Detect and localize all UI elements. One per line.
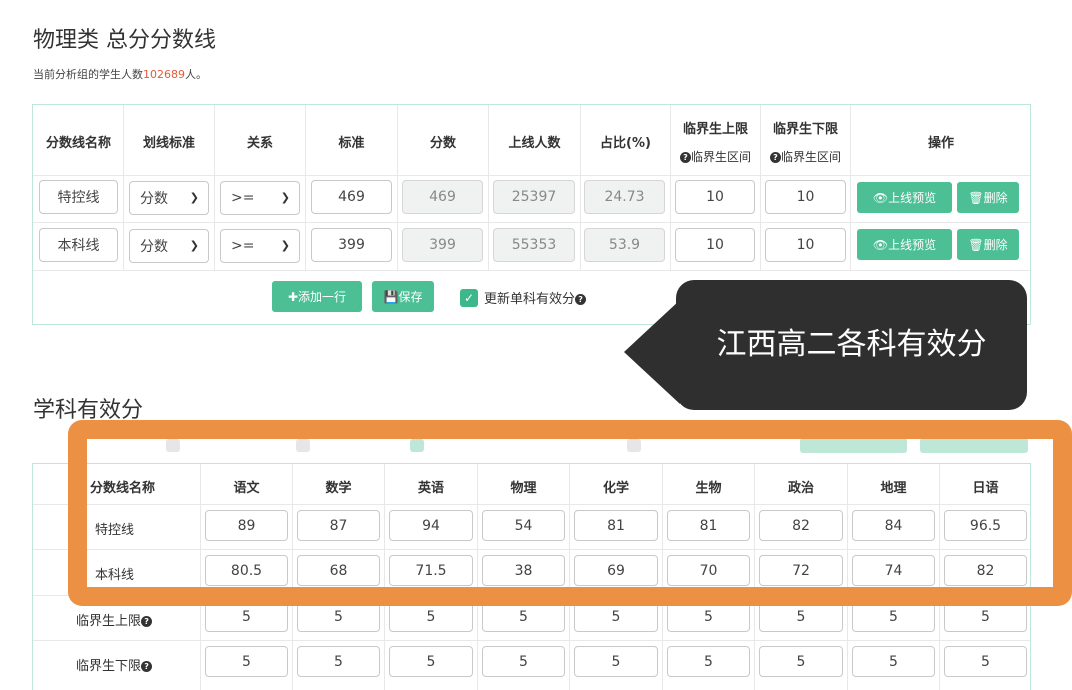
upper-input[interactable]: 10 <box>675 180 755 214</box>
add-row-label: 添加一行 <box>298 290 347 304</box>
eye-icon: 👁 <box>872 190 889 205</box>
standard-input[interactable]: 469 <box>311 180 392 214</box>
select-value: >= <box>231 238 255 254</box>
ratio-readonly: 53.9 <box>584 228 665 262</box>
divider <box>397 105 398 270</box>
divider <box>850 105 851 270</box>
line-name-input[interactable]: 本科线 <box>39 228 118 262</box>
divider <box>33 175 1030 176</box>
score-readonly: 399 <box>402 228 483 262</box>
count-readonly: 55353 <box>493 228 575 262</box>
lower-range-hint: ? 临界生区间 <box>761 148 850 165</box>
col-header-actions: 操作 <box>927 136 954 151</box>
col-header-ratio: 占比(%) <box>600 136 651 151</box>
help-icon[interactable]: ? <box>575 294 587 305</box>
count-readonly: 25397 <box>493 180 575 214</box>
help-icon[interactable]: ? <box>141 661 153 672</box>
col-header-count: 上线人数 <box>508 136 561 151</box>
lower-input[interactable]: 10 <box>765 228 846 262</box>
preview-button[interactable]: 👁 上线预览 <box>857 182 952 213</box>
row-label: 临界生下限? <box>76 655 153 674</box>
delete-label: 删除 <box>983 191 1008 205</box>
preview-label: 上线预览 <box>888 191 937 205</box>
subject-score-input[interactable]: 5 <box>759 646 843 677</box>
save-icon: 💾 <box>383 289 399 304</box>
preview-label: 上线预览 <box>888 238 937 252</box>
divider <box>580 105 581 270</box>
col-header-score: 分数 <box>429 136 456 151</box>
save-button[interactable]: 💾 保存 <box>372 281 434 312</box>
save-label: 保存 <box>398 290 423 304</box>
divider <box>214 105 215 270</box>
subject-score-input[interactable]: 5 <box>205 646 288 677</box>
lower-input[interactable]: 10 <box>765 180 846 214</box>
plus-icon: ✚ <box>287 289 299 304</box>
add-row-button[interactable]: ✚ 添加一行 <box>272 281 362 312</box>
delete-button[interactable]: 🗑 删除 <box>957 182 1019 213</box>
subject-score-input[interactable]: 5 <box>852 646 935 677</box>
ratio-readonly: 24.73 <box>584 180 665 214</box>
check-icon: ✓ <box>463 291 475 305</box>
student-count-line: 当前分析组的学生人数102689人。 <box>33 66 207 82</box>
chevron-down-icon: ❯ <box>189 239 199 252</box>
update-checkbox[interactable]: ✓ <box>460 289 478 307</box>
help-icon[interactable]: ? <box>769 152 781 163</box>
row-label-text: 临界生上限 <box>76 614 142 629</box>
delete-button[interactable]: 🗑 删除 <box>957 229 1019 260</box>
eye-icon: 👁 <box>872 237 889 252</box>
student-count: 102689 <box>143 68 185 81</box>
col-header-upper: 临界生上限 <box>682 122 748 137</box>
preview-button[interactable]: 👁 上线预览 <box>857 229 952 260</box>
divider <box>488 105 489 270</box>
row-label-text: 临界生下限 <box>76 659 142 674</box>
divider <box>123 105 124 270</box>
page-title: 物理类 总分分数线 <box>33 28 216 53</box>
col-header-standard-type: 划线标准 <box>142 136 195 151</box>
subject-score-input[interactable]: 5 <box>482 646 565 677</box>
select-value: 分数 <box>140 239 168 255</box>
delete-label: 删除 <box>983 238 1008 252</box>
trash-icon: 🗑 <box>968 190 984 205</box>
help-icon[interactable]: ? <box>141 616 153 627</box>
relation-select[interactable]: >= ❯ <box>220 229 300 263</box>
callout-arrow <box>624 300 680 404</box>
chevron-down-icon: ❯ <box>280 239 290 252</box>
trash-icon: 🗑 <box>968 237 984 252</box>
update-label-wrap: 更新单科有效分? <box>484 288 587 307</box>
standard-type-select[interactable]: 分数 ❯ <box>129 181 209 215</box>
divider <box>33 640 1030 641</box>
divider <box>305 105 306 270</box>
select-value: >= <box>231 190 255 206</box>
update-label: 更新单科有效分 <box>484 292 576 307</box>
divider <box>33 222 1030 223</box>
subject-score-input[interactable]: 5 <box>944 646 1027 677</box>
select-value: 分数 <box>140 191 168 207</box>
highlight-frame <box>68 420 1072 606</box>
chevron-down-icon: ❯ <box>189 191 199 204</box>
student-count-suffix: 人。 <box>185 68 207 81</box>
divider <box>33 270 1030 271</box>
col-header-standard: 标准 <box>338 136 365 151</box>
col-header-lower: 临界生下限 <box>772 122 838 137</box>
upper-range-label: 临界生区间 <box>690 150 751 164</box>
lower-range-label: 临界生区间 <box>780 150 841 164</box>
subject-score-input[interactable]: 5 <box>389 646 473 677</box>
score-readonly: 469 <box>402 180 483 214</box>
relation-select[interactable]: >= ❯ <box>220 181 300 215</box>
col-header-name: 分数线名称 <box>45 136 111 151</box>
subject-score-input[interactable]: 5 <box>667 646 750 677</box>
standard-type-select[interactable]: 分数 ❯ <box>129 229 209 263</box>
student-count-prefix: 当前分析组的学生人数 <box>33 68 143 81</box>
subject-score-input[interactable]: 5 <box>297 646 380 677</box>
callout-bubble: 江西高二各科有效分 <box>676 280 1027 410</box>
upper-input[interactable]: 10 <box>675 228 755 262</box>
standard-input[interactable]: 399 <box>311 228 392 262</box>
upper-range-hint: ? 临界生区间 <box>671 148 760 165</box>
row-label: 临界生上限? <box>76 610 153 629</box>
chevron-down-icon: ❯ <box>280 191 290 204</box>
help-icon[interactable]: ? <box>679 152 691 163</box>
col-header-relation: 关系 <box>246 136 273 151</box>
line-name-input[interactable]: 特控线 <box>39 180 118 214</box>
subject-score-input[interactable]: 5 <box>574 646 658 677</box>
